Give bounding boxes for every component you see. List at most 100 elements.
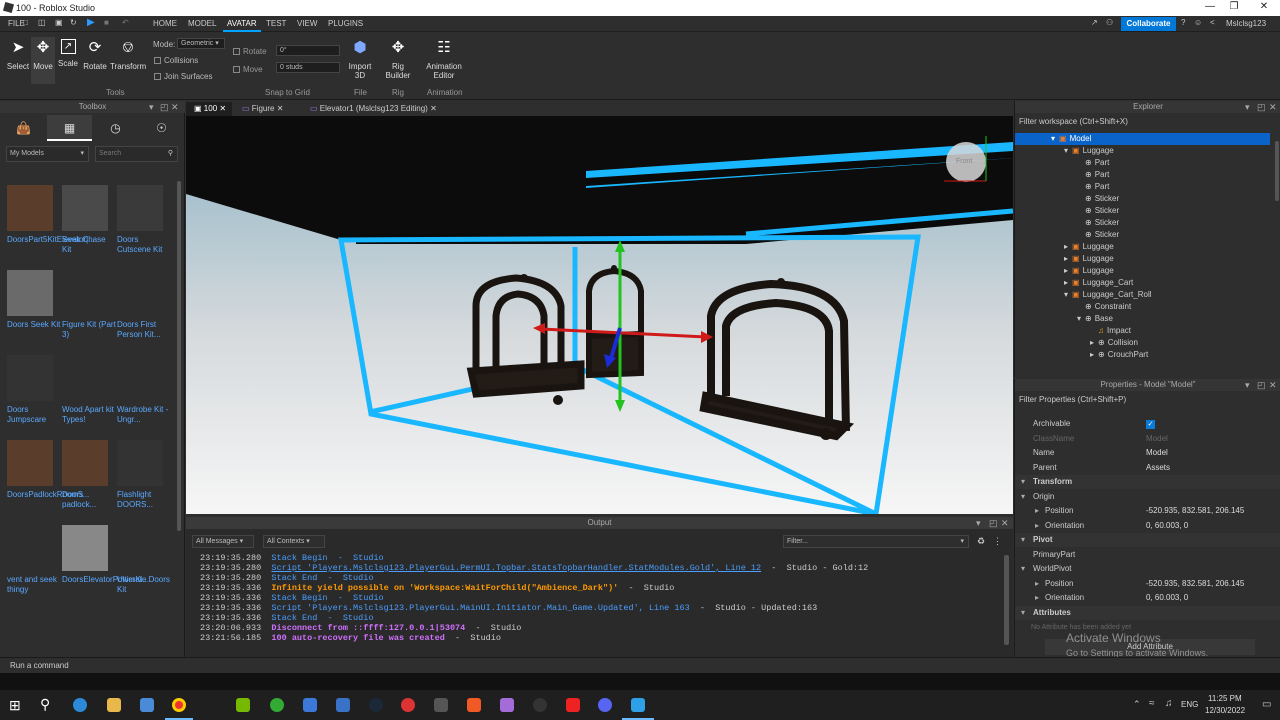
explorer-node[interactable]: ▸ ▣ Luggage bbox=[1015, 253, 1270, 265]
property-value[interactable]: Assets bbox=[1146, 461, 1170, 475]
rig-builder-button[interactable]: ✥ Rig Builder bbox=[383, 37, 413, 80]
expand-arrow-icon[interactable]: ▾ bbox=[1021, 490, 1025, 504]
file-explorer-icon[interactable] bbox=[107, 698, 121, 712]
output-line[interactable]: 23:19:35.280 Stack End - Studio bbox=[200, 573, 373, 583]
help-icon[interactable]: ? bbox=[1181, 18, 1185, 27]
output-float-icon[interactable]: ◰ bbox=[989, 518, 998, 529]
expand-arrow-icon[interactable]: ▾ bbox=[1021, 475, 1025, 489]
property-row[interactable]: ClassName Model bbox=[1015, 432, 1280, 446]
explorer-node[interactable]: ▾ ▣ Model bbox=[1015, 133, 1270, 145]
join-surfaces-checkbox[interactable] bbox=[154, 73, 161, 81]
nvidia-icon[interactable] bbox=[236, 698, 250, 712]
properties-filter-input[interactable]: Filter Properties (Ctrl+Shift+P) bbox=[1019, 395, 1277, 407]
play-icon[interactable]: ▶ bbox=[87, 17, 95, 28]
command-input[interactable]: Run a command bbox=[10, 661, 1010, 670]
game-controller-icon[interactable] bbox=[500, 698, 514, 712]
notification-icon[interactable]: ▭ bbox=[1262, 699, 1271, 710]
transform-tool-button[interactable]: ⎊ Transform bbox=[110, 37, 146, 71]
menu-home[interactable]: HOME bbox=[153, 19, 177, 28]
properties-close-icon[interactable]: ✕ bbox=[1269, 380, 1277, 391]
explorer-node[interactable]: ▾ ▣ Luggage bbox=[1015, 145, 1270, 157]
tab-close-icon[interactable]: ✕ bbox=[219, 104, 226, 113]
rotate-tool-button[interactable]: ⟳ Rotate bbox=[83, 37, 107, 71]
windows-start-icon[interactable]: ⊞ bbox=[9, 697, 21, 714]
tab-close-icon[interactable]: ✕ bbox=[430, 104, 437, 113]
toolbox-item[interactable]: Seek Chase Kit bbox=[62, 185, 117, 255]
collisions-checkbox[interactable] bbox=[154, 57, 161, 65]
collapse-arrow-icon[interactable]: ▸ bbox=[1015, 265, 1072, 277]
toolbox-item[interactable]: DoorsPart5KitElevator|... bbox=[7, 185, 95, 245]
store-icon[interactable] bbox=[140, 698, 154, 712]
explorer-node[interactable]: ▸ ▣ Luggage bbox=[1015, 241, 1270, 253]
property-value[interactable]: 0, 60.003, 0 bbox=[1146, 591, 1188, 605]
share-icon[interactable]: ↗ bbox=[1091, 18, 1098, 27]
mail-icon[interactable] bbox=[303, 698, 317, 712]
explorer-node[interactable]: ⊕ Part bbox=[1015, 181, 1270, 193]
properties-dock-icon[interactable]: ▾ bbox=[1245, 380, 1250, 391]
rotate-snap-input[interactable]: 0° bbox=[276, 45, 340, 56]
property-value[interactable]: Model bbox=[1146, 446, 1168, 460]
output-line[interactable]: 23:20:06.933 Disconnect from ::ffff:127.… bbox=[200, 623, 521, 633]
toolbox-tab-recent[interactable]: ◷ bbox=[93, 115, 138, 141]
open-folder-icon[interactable]: ◫ bbox=[38, 18, 46, 27]
toolbox-item[interactable]: Wardrobe Kit - Ungr... bbox=[117, 355, 172, 425]
tab-100[interactable]: ▣ 100 ✕ bbox=[186, 102, 232, 116]
language-indicator[interactable]: ENG bbox=[1181, 700, 1198, 709]
move-tool-button[interactable]: ✥ Move bbox=[31, 37, 55, 84]
output-line[interactable]: 23:19:35.336 Stack End - Studio bbox=[200, 613, 373, 623]
explorer-node[interactable]: ⊕ Constraint bbox=[1015, 301, 1270, 313]
property-row[interactable]: Archivable ✓ bbox=[1015, 417, 1280, 431]
people-icon[interactable]: ⚇ bbox=[1106, 18, 1113, 27]
menu-test[interactable]: TEST bbox=[266, 19, 286, 28]
maximize-button[interactable]: ❐ bbox=[1220, 1, 1248, 15]
output-dock-icon[interactable]: ▾ bbox=[976, 518, 981, 529]
toolbox-scrollbar[interactable] bbox=[177, 181, 181, 531]
explorer-node[interactable]: ▸ ⊕ CrouchPart bbox=[1015, 349, 1270, 361]
search-icon[interactable]: ⚲ bbox=[40, 696, 50, 713]
property-category[interactable]: ▾ Pivot bbox=[1015, 533, 1280, 547]
toolbox-item[interactable]: Doors Seek Kit bbox=[7, 270, 62, 330]
explorer-node[interactable]: ▾ ▣ Luggage_Cart_Roll bbox=[1015, 289, 1270, 301]
toolbox-close-icon[interactable]: ✕ bbox=[171, 102, 179, 113]
toolbox-tab-creations[interactable]: ☉ bbox=[139, 115, 184, 141]
toolbox-item[interactable]: Doors First Person Kit... bbox=[117, 270, 172, 340]
share-link-icon[interactable]: < bbox=[1210, 18, 1215, 27]
tool-app-icon[interactable] bbox=[434, 698, 448, 712]
toolbox-item[interactable]: DoorsElevatorPowerKi... bbox=[62, 525, 149, 585]
move-snap-input[interactable]: 0 studs bbox=[276, 62, 340, 73]
rotate-snap-toggle[interactable]: Rotate bbox=[233, 47, 267, 56]
toolbox-tab-inventory[interactable]: ▦ bbox=[47, 115, 92, 141]
property-category[interactable]: ▾ Attributes bbox=[1015, 605, 1280, 620]
explorer-float-icon[interactable]: ◰ bbox=[1257, 102, 1266, 113]
brave-icon[interactable] bbox=[467, 698, 481, 712]
animation-editor-button[interactable]: ☷ Animation Editor bbox=[424, 37, 464, 80]
import-3d-button[interactable]: ⬢ Import 3D bbox=[346, 37, 374, 80]
explorer-scrollbar[interactable] bbox=[1275, 141, 1279, 201]
property-row[interactable]: ▾ Origin bbox=[1015, 490, 1280, 504]
toolbox-item[interactable]: Ultimate Doors Kit bbox=[117, 525, 172, 595]
bluetooth-app-icon[interactable] bbox=[336, 698, 350, 712]
explorer-node[interactable]: ▸ ▣ Luggage bbox=[1015, 265, 1270, 277]
move-snap-checkbox[interactable] bbox=[233, 66, 240, 74]
save-icon[interactable]: ▣ bbox=[55, 18, 63, 27]
property-row[interactable]: Parent Assets bbox=[1015, 461, 1280, 475]
feedback-icon[interactable]: ☺ bbox=[1194, 18, 1202, 27]
toolbox-item[interactable]: Doors padlock... bbox=[62, 440, 117, 510]
mode-select[interactable]: Geometric ▾ bbox=[177, 38, 225, 49]
explorer-node[interactable]: ▸ ▣ Luggage_Cart bbox=[1015, 277, 1270, 289]
collapse-arrow-icon[interactable]: ▸ bbox=[1035, 577, 1039, 591]
explorer-node[interactable]: ⊕ Sticker bbox=[1015, 217, 1270, 229]
volume-icon[interactable]: ♫ bbox=[1165, 698, 1173, 709]
menu-model[interactable]: MODEL bbox=[188, 19, 216, 28]
collapse-arrow-icon[interactable]: ▸ bbox=[1015, 277, 1072, 289]
explorer-filter-input[interactable]: Filter workspace (Ctrl+Shift+X) bbox=[1019, 117, 1277, 129]
output-line[interactable]: 23:21:56.185 100 auto-recovery file was … bbox=[200, 633, 501, 643]
context-filter-select[interactable]: All Contexts ▾ bbox=[263, 535, 325, 548]
explorer-close-icon[interactable]: ✕ bbox=[1269, 102, 1277, 113]
output-line[interactable]: 23:19:35.336 Stack Begin - Studio bbox=[200, 593, 384, 603]
scale-tool-button[interactable]: ↗ Scale bbox=[56, 37, 80, 68]
move-snap-toggle[interactable]: Move bbox=[233, 65, 263, 74]
tray-expand-icon[interactable]: ⌃ bbox=[1133, 699, 1141, 710]
collapse-arrow-icon[interactable]: ▸ bbox=[1035, 519, 1039, 533]
clock-date[interactable]: 12/30/2022 bbox=[1205, 706, 1245, 715]
